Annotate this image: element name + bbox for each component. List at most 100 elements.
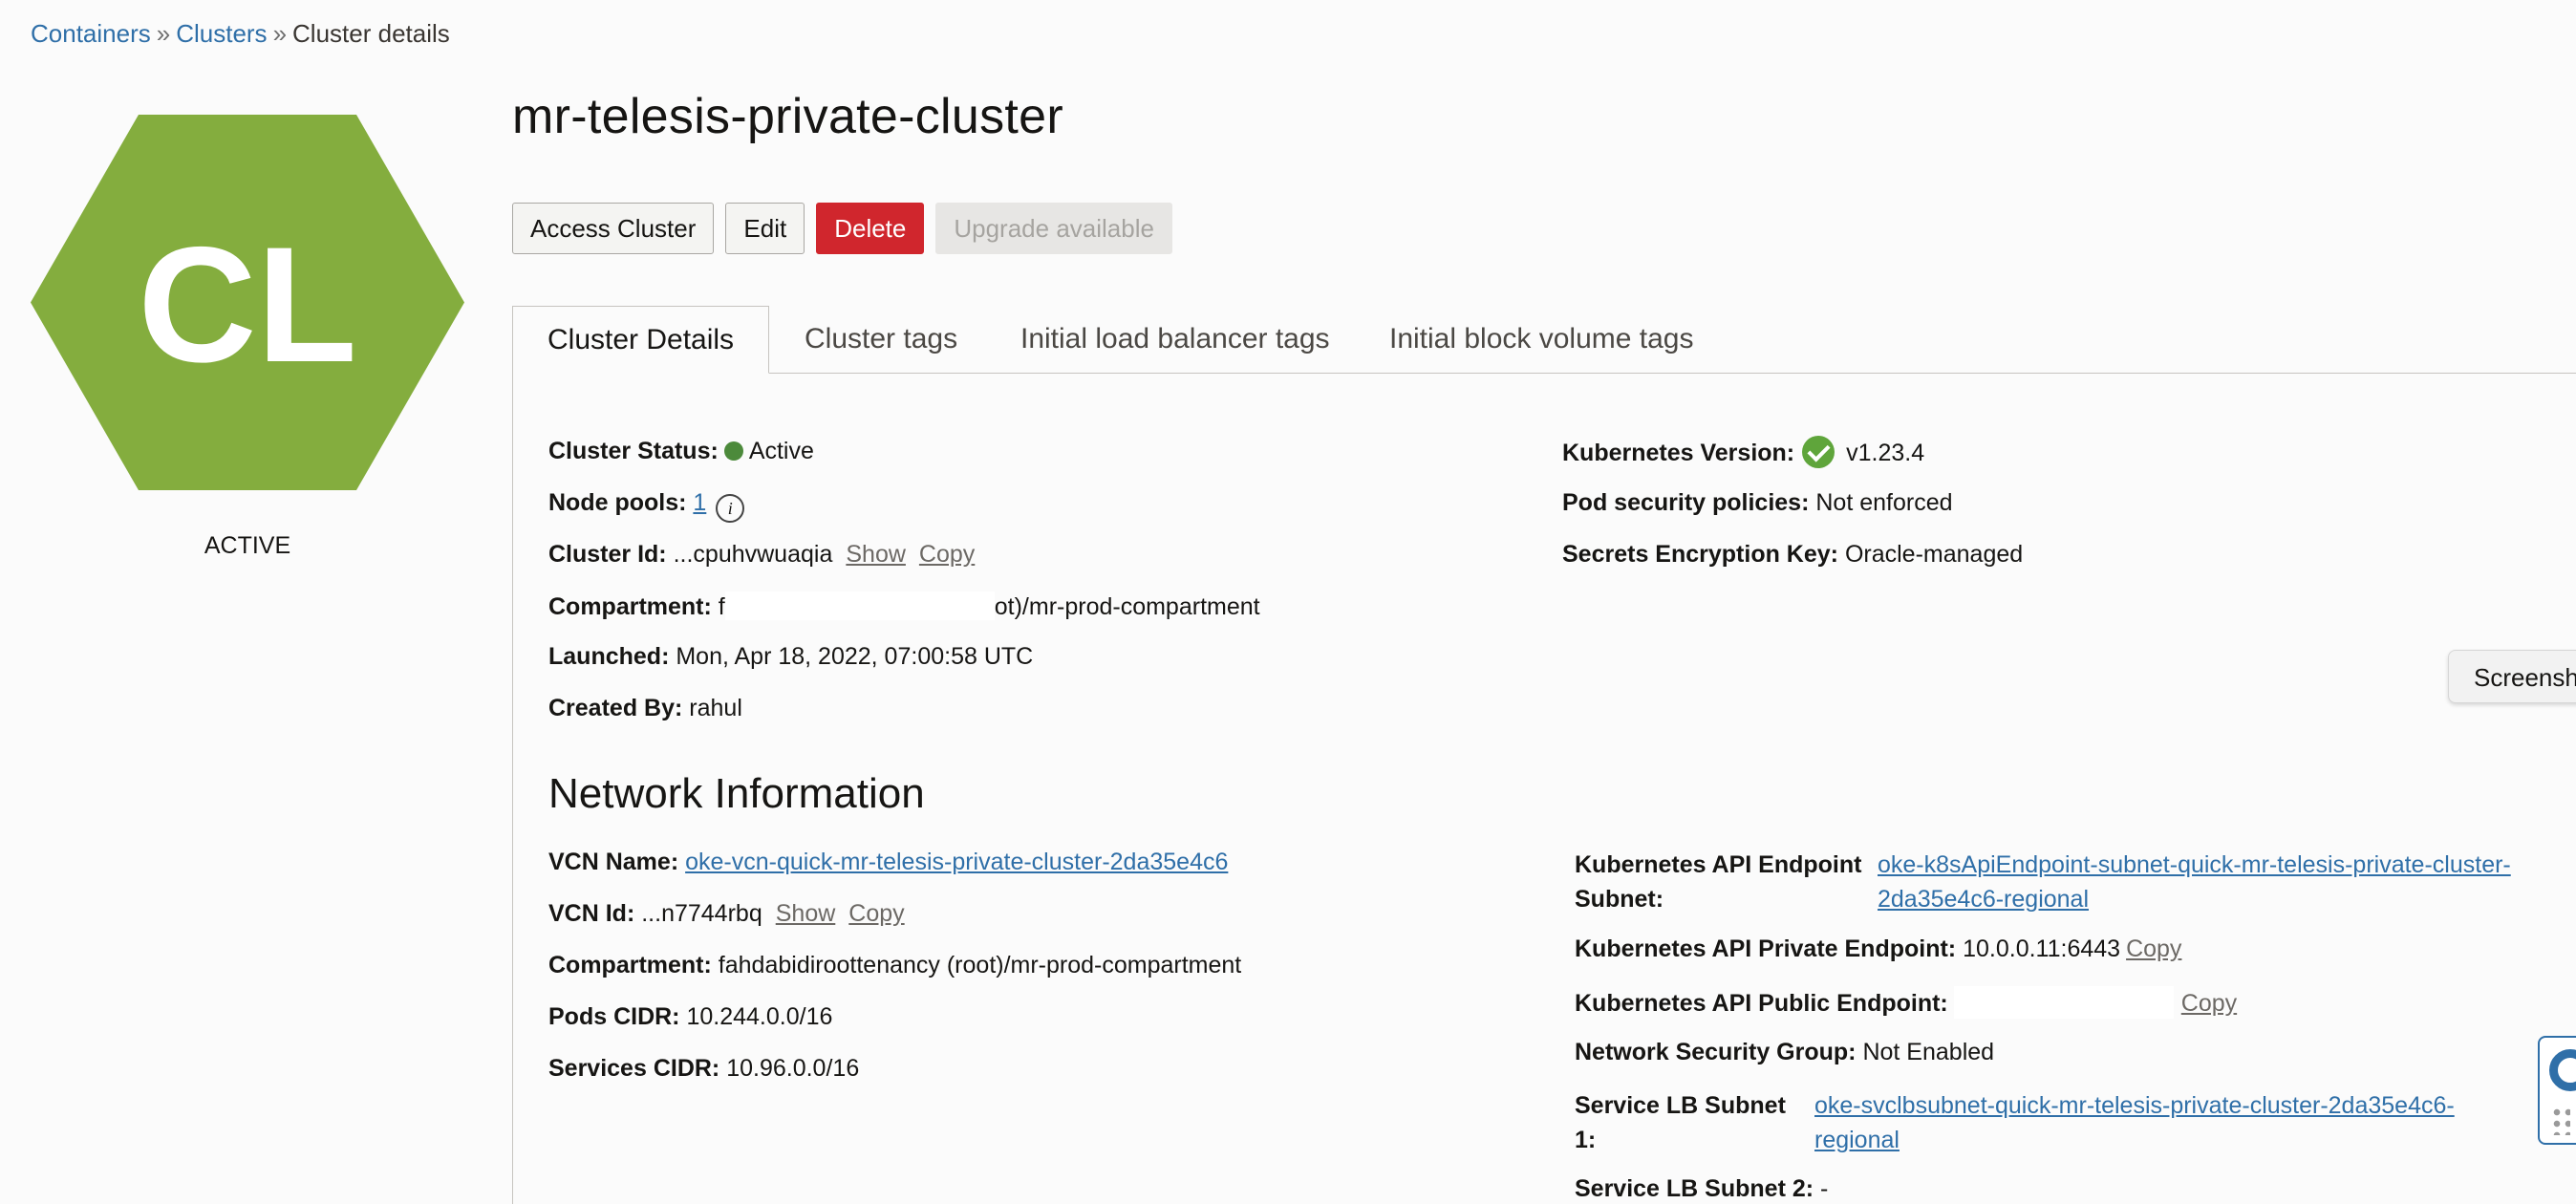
launched-row: Launched: Mon, Apr 18, 2022, 07:00:58 UT…	[548, 642, 1033, 671]
network-information-title: Network Information	[548, 770, 925, 817]
service-lb-subnet-1-link-line2[interactable]: regional	[1814, 1127, 1900, 1153]
vcn-name-link[interactable]: oke-vcn-quick-mr-telesis-private-cluster…	[685, 849, 1228, 875]
public-endpoint-row: Kubernetes API Public Endpoint: Copy	[1575, 986, 2237, 1019]
cluster-id-show-link[interactable]: Show	[846, 541, 906, 568]
secrets-encryption-label: Secrets Encryption Key:	[1562, 541, 1838, 568]
vcn-name-label: VCN Name:	[548, 849, 679, 875]
cluster-state-label: ACTIVE	[204, 532, 291, 559]
vcn-id-copy-link[interactable]: Copy	[848, 900, 904, 927]
vcn-id-label: VCN Id:	[548, 900, 635, 927]
compartment-value-prefix: f	[718, 593, 725, 620]
service-lb-subnet-1-link[interactable]: oke-svclbsubnet-quick-mr-telesis-private…	[1814, 1088, 2455, 1157]
network-compartment-row: Compartment: fahdabidiroottenancy (root)…	[548, 951, 1241, 979]
service-lb-subnet-1-link-line1[interactable]: oke-svclbsubnet-quick-mr-telesis-private…	[1814, 1092, 2455, 1119]
tab-initial-block-volume-tags[interactable]: Initial block volume tags	[1389, 306, 1694, 373]
network-security-group-value: Not Enabled	[1862, 1039, 1995, 1065]
service-lb-subnet-1-label-line1: Service LB Subnet	[1575, 1092, 1786, 1119]
public-endpoint-copy-link[interactable]: Copy	[2181, 990, 2237, 1017]
public-endpoint-label: Kubernetes API Public Endpoint:	[1575, 990, 1948, 1017]
created-by-value: rahul	[689, 695, 742, 721]
pod-security-row: Pod security policies: Not enforced	[1562, 488, 1953, 517]
services-cidr-row: Services CIDR: 10.96.0.0/16	[548, 1054, 859, 1083]
breadcrumb-current: Cluster details	[292, 19, 450, 48]
compartment-value-suffix: ot)/mr-prod-compartment	[994, 593, 1260, 620]
tab-cluster-tags[interactable]: Cluster tags	[805, 306, 957, 373]
compartment-label: Compartment:	[548, 593, 712, 620]
pod-security-label: Pod security policies:	[1562, 489, 1810, 516]
private-endpoint-copy-link[interactable]: Copy	[2126, 935, 2181, 962]
launched-label: Launched:	[548, 643, 670, 670]
action-bar: Access Cluster Edit Delete Upgrade avail…	[512, 203, 1172, 254]
private-endpoint-row: Kubernetes API Private Endpoint: 10.0.0.…	[1575, 935, 2181, 963]
api-endpoint-subnet-link[interactable]: oke-k8sApiEndpoint-subnet-quick-mr-teles…	[1878, 848, 2511, 916]
kubernetes-version-label: Kubernetes Version:	[1562, 440, 1795, 466]
delete-button[interactable]: Delete	[816, 203, 925, 254]
services-cidr-value: 10.96.0.0/16	[726, 1055, 860, 1082]
node-pools-link[interactable]: 1	[693, 489, 706, 516]
vcn-id-value: ...n7744rbq	[641, 900, 762, 927]
tab-bar: Cluster Details Cluster tags Initial loa…	[512, 306, 2576, 374]
pods-cidr-row: Pods CIDR: 10.244.0.0/16	[548, 1002, 832, 1031]
breadcrumb-separator: »	[272, 19, 288, 48]
services-cidr-label: Services CIDR:	[548, 1055, 720, 1082]
secrets-encryption-value: Oracle-managed	[1844, 541, 2024, 568]
pod-security-value: Not enforced	[1815, 489, 1953, 516]
private-endpoint-label: Kubernetes API Private Endpoint:	[1575, 935, 1957, 962]
launched-value: Mon, Apr 18, 2022, 07:00:58 UTC	[676, 643, 1034, 670]
status-dot-icon	[723, 441, 743, 461]
pods-cidr-label: Pods CIDR:	[548, 1003, 680, 1030]
pods-cidr-value: 10.244.0.0/16	[686, 1003, 833, 1030]
cluster-status-row: Cluster Status: Active	[548, 437, 814, 465]
cluster-id-copy-link[interactable]: Copy	[919, 541, 975, 568]
node-pools-row: Node pools: 1i	[548, 488, 745, 523]
lifebuoy-icon[interactable]	[2549, 1049, 2576, 1091]
cluster-initials: CL	[138, 213, 356, 397]
breadcrumb-containers[interactable]: Containers	[31, 19, 151, 48]
check-circle-icon	[1802, 436, 1835, 468]
panel-border	[512, 373, 513, 1204]
cluster-status-value: Active	[748, 438, 814, 464]
vcn-id-row: VCN Id: ...n7744rbq Show Copy	[548, 899, 905, 928]
compartment-row: Compartment: f ot)/mr-prod-compartment	[548, 591, 1260, 621]
vcn-name-row: VCN Name: oke-vcn-quick-mr-telesis-priva…	[548, 848, 1228, 876]
created-by-label: Created By:	[548, 695, 683, 721]
redacted-area	[1953, 986, 2174, 1019]
cluster-status-label: Cluster Status:	[548, 438, 719, 464]
cluster-id-label: Cluster Id:	[548, 541, 667, 568]
network-compartment-value: fahdabidiroottenancy (root)/mr-prod-comp…	[718, 952, 1242, 978]
vcn-id-show-link[interactable]: Show	[776, 900, 836, 927]
api-endpoint-subnet-link-line2[interactable]: 2da35e4c6-regional	[1878, 886, 2089, 913]
private-endpoint-value: 10.0.0.11:6443	[1963, 935, 2121, 962]
service-lb-subnet-1-label: Service LB Subnet 1:	[1575, 1088, 1786, 1157]
cluster-id-value: ...cpuhvwuaqia	[673, 541, 833, 568]
tab-cluster-details[interactable]: Cluster Details	[512, 306, 770, 374]
created-by-row: Created By: rahul	[548, 694, 742, 722]
cluster-id-row: Cluster Id: ...cpuhvwuaqia Show Copy	[548, 540, 975, 569]
api-endpoint-subnet-label-line2: Subnet:	[1575, 886, 1664, 913]
breadcrumb-clusters[interactable]: Clusters	[176, 19, 267, 48]
page-title: mr-telesis-private-cluster	[512, 89, 1064, 144]
kubernetes-version-row: Kubernetes Version: v1.23.4	[1562, 436, 1924, 468]
screenshot-button[interactable]: Screensh	[2448, 650, 2576, 703]
kubernetes-version-value: v1.23.4	[1846, 440, 1925, 466]
network-security-group-label: Network Security Group:	[1575, 1039, 1857, 1065]
info-icon[interactable]: i	[716, 494, 745, 523]
drag-handle-icon[interactable]	[2551, 1107, 2570, 1135]
api-endpoint-subnet-label: Kubernetes API Endpoint Subnet:	[1575, 848, 1861, 916]
secrets-encryption-row: Secrets Encryption Key: Oracle-managed	[1562, 540, 2023, 569]
service-lb-subnet-1-label-line2: 1:	[1575, 1127, 1597, 1153]
node-pools-label: Node pools:	[548, 489, 687, 516]
network-compartment-label: Compartment:	[548, 952, 712, 978]
cluster-hexagon-icon: CL	[31, 115, 464, 490]
breadcrumb: Containers» Clusters» Cluster details	[31, 19, 450, 49]
redacted-area	[724, 591, 995, 620]
service-lb-subnet-2-row: Service LB Subnet 2: -	[1575, 1174, 1828, 1203]
api-endpoint-subnet-link-line1[interactable]: oke-k8sApiEndpoint-subnet-quick-mr-teles…	[1878, 851, 2511, 878]
breadcrumb-separator: »	[156, 19, 171, 48]
api-endpoint-subnet-label-line1: Kubernetes API Endpoint	[1575, 851, 1862, 878]
access-cluster-button[interactable]: Access Cluster	[512, 203, 715, 254]
network-security-group-row: Network Security Group: Not Enabled	[1575, 1038, 1994, 1066]
edit-button[interactable]: Edit	[725, 203, 805, 254]
help-widget[interactable]	[2538, 1036, 2576, 1145]
tab-initial-load-balancer-tags[interactable]: Initial load balancer tags	[1020, 306, 1330, 373]
